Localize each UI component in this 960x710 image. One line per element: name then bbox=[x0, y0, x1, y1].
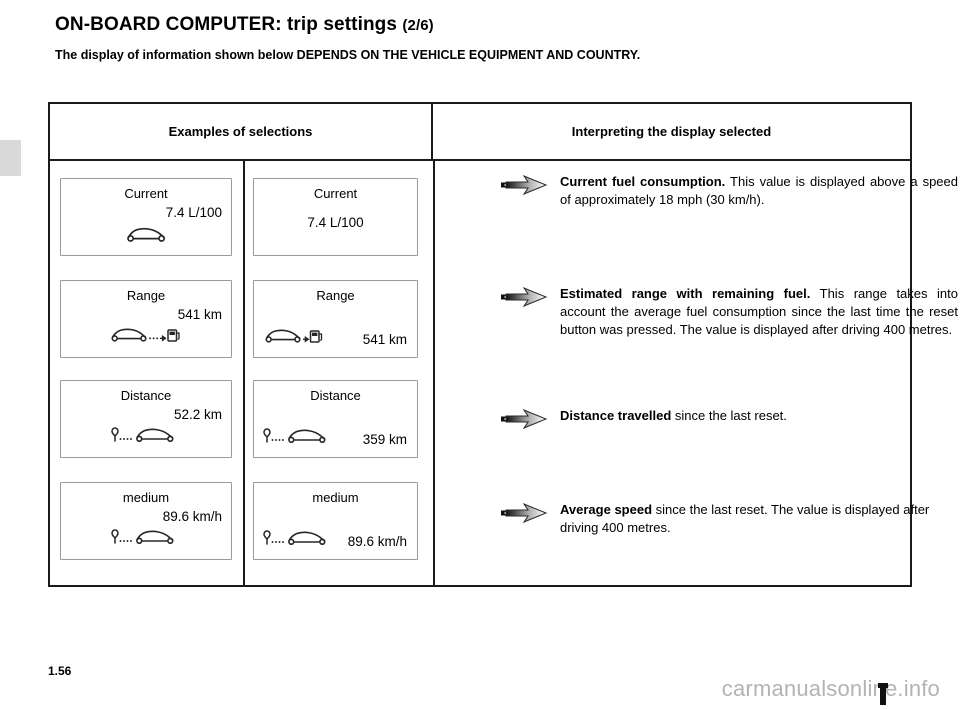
cursor-icon bbox=[878, 683, 888, 705]
display-title: Range bbox=[316, 288, 355, 303]
table-row: medium 89.6 km/h medium 89.6 km/h Averag… bbox=[50, 478, 929, 578]
display-value: 7.4 L/100 bbox=[307, 215, 364, 230]
page-subtitle: The display of information shown below D… bbox=[55, 48, 641, 62]
page-title-fraction: (2/6) bbox=[402, 17, 434, 34]
table-row: Current 7.4 L/100 Current 7.4 L/100 Curr… bbox=[50, 174, 958, 274]
display-icon-group bbox=[61, 326, 231, 349]
page-title: ON-BOARD COMPUTER: trip settings (2/6) bbox=[55, 14, 434, 36]
car-to-fuel-pump-icon bbox=[263, 327, 325, 350]
display-title: Current bbox=[313, 186, 358, 201]
chapter-edge-tab bbox=[0, 140, 21, 176]
display-panel-variant-b: Current 7.4 L/100 bbox=[253, 178, 418, 256]
display-title: medium bbox=[122, 490, 170, 505]
display-icon-group bbox=[61, 227, 231, 247]
display-icon-group bbox=[61, 528, 231, 551]
display-panel-variant-a: medium 89.6 km/h bbox=[60, 482, 232, 560]
description-text: Estimated range with remaining fuel. Thi… bbox=[560, 285, 958, 339]
display-value: 541 km bbox=[362, 332, 407, 347]
description-text: Distance travelled since the last reset. bbox=[560, 407, 958, 425]
display-value: 89.6 km/h bbox=[347, 534, 407, 549]
display-panel-variant-a: Current 7.4 L/100 bbox=[60, 178, 232, 256]
description-lead: Current fuel consumption. bbox=[560, 174, 726, 189]
table-header-interpreting: Interpreting the display selected bbox=[571, 124, 772, 139]
watermark: carmanualsonline.info bbox=[721, 676, 940, 701]
display-panel-variant-b: Range 541 km bbox=[253, 280, 418, 358]
display-title: medium bbox=[312, 490, 359, 505]
display-title: Current bbox=[124, 186, 168, 201]
description-lead: Average speed bbox=[560, 502, 653, 517]
display-panel-variant-a: Range 541 km bbox=[60, 280, 232, 358]
table-header-examples: Examples of selections bbox=[50, 104, 433, 159]
arrow-right-icon bbox=[500, 286, 548, 309]
table-row: Range 541 km Range 541 km Estimated rang… bbox=[50, 276, 958, 376]
display-panel-variant-b: Distance 359 km bbox=[253, 380, 418, 458]
car-icon bbox=[124, 226, 168, 247]
display-value: 52.2 km bbox=[173, 407, 222, 422]
comparison-table: Examples of selections Interpreting the … bbox=[48, 102, 958, 587]
display-value: 541 km bbox=[177, 307, 222, 322]
display-title: Range bbox=[126, 288, 166, 303]
arrow-right-icon bbox=[500, 408, 548, 431]
arrow-right-icon bbox=[500, 502, 548, 525]
pin-to-car-icon bbox=[263, 529, 333, 552]
description-text: Average speed since the last reset. The … bbox=[560, 501, 958, 537]
table-row: Distance 52.2 km Distance 359 km Distanc… bbox=[50, 376, 910, 476]
page-number: 1.56 bbox=[48, 664, 72, 678]
pin-to-car-icon bbox=[263, 427, 333, 450]
display-title: Distance bbox=[310, 388, 361, 403]
pin-to-car-icon bbox=[111, 426, 181, 449]
display-icon-group bbox=[263, 427, 333, 450]
pin-to-car-icon bbox=[111, 528, 181, 551]
display-icon-group bbox=[263, 327, 325, 350]
display-title: Distance bbox=[120, 388, 172, 403]
display-panel-variant-a: Distance 52.2 km bbox=[60, 380, 232, 458]
display-panel-variant-b: medium 89.6 km/h bbox=[253, 482, 418, 560]
description-text: Current fuel consumption. This value is … bbox=[560, 173, 958, 209]
description-lead: Distance travelled bbox=[560, 408, 672, 423]
display-icon-group bbox=[263, 529, 333, 552]
page-title-text: ON-BOARD COMPUTER: trip settings bbox=[55, 14, 398, 35]
display-icon-group bbox=[61, 426, 231, 449]
display-value: 7.4 L/100 bbox=[165, 205, 222, 220]
description-body: since the last reset. bbox=[671, 408, 787, 423]
table-header-row: Examples of selections Interpreting the … bbox=[50, 104, 910, 161]
car-to-fuel-pump-icon bbox=[109, 326, 183, 349]
arrow-right-icon bbox=[500, 174, 548, 197]
description-lead: Estimated range with remaining fuel. bbox=[560, 286, 811, 301]
display-value: 359 km bbox=[362, 432, 407, 447]
display-value: 89.6 km/h bbox=[162, 509, 222, 524]
